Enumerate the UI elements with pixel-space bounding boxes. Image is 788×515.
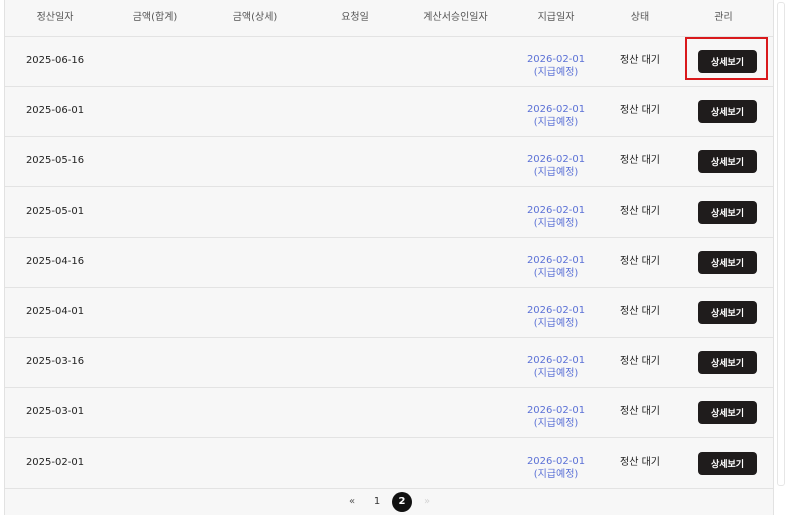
pagination-next[interactable]: » [421,493,433,511]
header-amount-total: 금액(합계) [132,12,178,23]
pagination-page-2-current[interactable]: 2 [392,492,412,512]
settle-date-cell: 2025-05-01 [25,206,85,217]
status-cell: 정산 대기 [620,55,660,66]
settle-date-cell: 2025-04-16 [25,256,85,267]
pay-date-cell: 2026-02-01 (지급예정) [506,254,606,280]
settle-date-cell: 2025-05-16 [25,155,85,166]
header-settle-date: 정산일자 [36,12,74,23]
settle-date-cell: 2025-02-01 [25,457,85,468]
pagination-prev[interactable]: « [346,493,358,511]
pay-date-value: 2026-02-01 [526,255,586,266]
settle-date-cell: 2025-06-16 [25,55,85,66]
settlement-table-panel: 정산일자 금액(합계) 금액(상세) 요청일 계산서승인일자 지급일자 상태 관… [4,0,774,515]
status-cell: 정산 대기 [620,306,660,317]
pay-date-value: 2026-02-01 [526,456,586,467]
table-row: 2025-03-16 2026-02-01 (지급예정) 정산 대기 상세보기 [5,337,773,388]
pay-date-value: 2026-02-01 [526,154,586,165]
status-cell: 정산 대기 [620,105,660,116]
pagination-page-1[interactable]: 1 [371,493,383,511]
view-detail-button[interactable]: 상세보기 [698,251,757,274]
pay-date-cell: 2026-02-01 (지급예정) [506,103,606,129]
status-cell: 정산 대기 [620,206,660,217]
status-cell: 정산 대기 [620,457,660,468]
pay-date-cell: 2026-02-01 (지급예정) [506,304,606,330]
pay-date-note: (지급예정) [533,469,579,480]
table-row: 2025-04-16 2026-02-01 (지급예정) 정산 대기 상세보기 [5,237,773,288]
pay-date-cell: 2026-02-01 (지급예정) [506,153,606,179]
pay-date-note: (지급예정) [533,368,579,379]
table-row: 2025-05-16 2026-02-01 (지급예정) 정산 대기 상세보기 [5,136,773,187]
status-cell: 정산 대기 [620,356,660,367]
view-detail-button[interactable]: 상세보기 [698,401,757,424]
header-amount-detail: 금액(상세) [232,12,278,23]
view-detail-button[interactable]: 상세보기 [698,201,757,224]
pay-date-cell: 2026-02-01 (지급예정) [506,53,606,79]
pay-date-value: 2026-02-01 [526,305,586,316]
scrollbar-thumb[interactable] [777,2,785,486]
pay-date-note: (지급예정) [533,418,579,429]
pay-date-value: 2026-02-01 [526,54,586,65]
status-cell: 정산 대기 [620,155,660,166]
view-detail-button[interactable]: 상세보기 [698,351,757,374]
table-header: 정산일자 금액(합계) 금액(상세) 요청일 계산서승인일자 지급일자 상태 관… [5,0,773,37]
pay-date-note: (지급예정) [533,167,579,178]
highlight-box [685,37,768,80]
settle-date-cell: 2025-04-01 [25,306,85,317]
table-row: 2025-06-16 2026-02-01 (지급예정) 정산 대기 상세보기 [5,36,773,87]
pay-date-value: 2026-02-01 [526,104,586,115]
pay-date-note: (지급예정) [533,318,579,329]
view-detail-button[interactable]: 상세보기 [698,452,757,475]
pay-date-note: (지급예정) [533,268,579,279]
pay-date-value: 2026-02-01 [526,205,586,216]
header-pay-date: 지급일자 [537,12,575,23]
view-detail-button[interactable]: 상세보기 [698,301,757,324]
pay-date-cell: 2026-02-01 (지급예정) [506,455,606,481]
header-status: 상태 [630,12,650,23]
pay-date-value: 2026-02-01 [526,355,586,366]
table-row: 2025-02-01 2026-02-01 (지급예정) 정산 대기 상세보기 [5,438,773,489]
settle-date-cell: 2025-03-01 [25,406,85,417]
settle-date-cell: 2025-03-16 [25,356,85,367]
header-manage: 관리 [714,12,733,23]
table-row: 2025-06-01 2026-02-01 (지급예정) 정산 대기 상세보기 [5,86,773,137]
header-invoice-approval-date: 계산서승인일자 [423,12,488,23]
pay-date-cell: 2026-02-01 (지급예정) [506,204,606,230]
status-cell: 정산 대기 [620,406,660,417]
pay-date-value: 2026-02-01 [526,405,586,416]
pay-date-note: (지급예정) [533,117,579,128]
status-cell: 정산 대기 [620,256,660,267]
table-row: 2025-05-01 2026-02-01 (지급예정) 정산 대기 상세보기 [5,187,773,238]
pay-date-cell: 2026-02-01 (지급예정) [506,354,606,380]
pay-date-note: (지급예정) [533,218,579,229]
settle-date-cell: 2025-06-01 [25,105,85,116]
view-detail-button[interactable]: 상세보기 [698,100,757,123]
pay-date-note: (지급예정) [533,67,579,78]
table-row: 2025-03-01 2026-02-01 (지급예정) 정산 대기 상세보기 [5,387,773,438]
table-row: 2025-04-01 2026-02-01 (지급예정) 정산 대기 상세보기 [5,287,773,338]
pay-date-cell: 2026-02-01 (지급예정) [506,404,606,430]
pagination: « 1 2 » [0,488,788,515]
vertical-scrollbar[interactable] [777,0,785,486]
view-detail-button[interactable]: 상세보기 [698,150,757,173]
header-request-date: 요청일 [341,12,369,23]
